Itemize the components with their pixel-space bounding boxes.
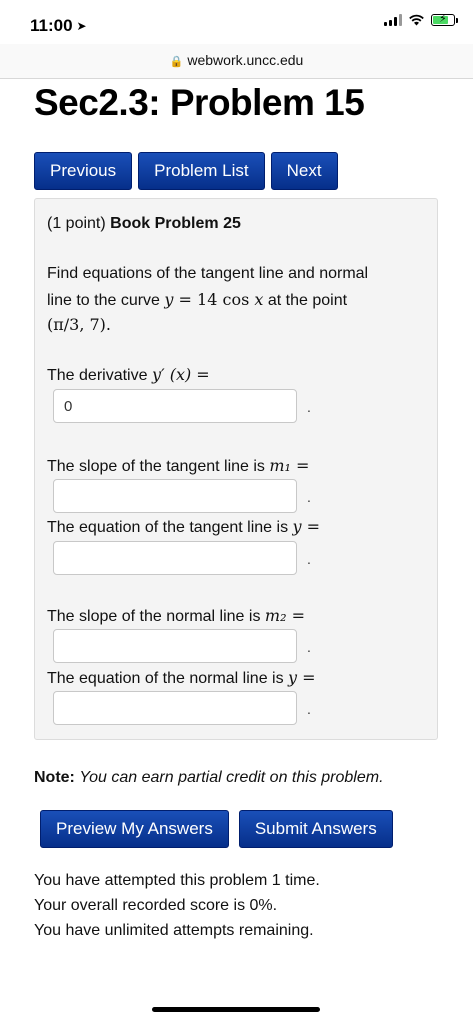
problem-intro-line1: Find equations of the tangent line and n…: [47, 265, 369, 282]
location-arrow-icon: ➤: [76, 19, 87, 33]
recorded-score: Your overall recorded score is 0%.: [34, 897, 278, 914]
tangent-equation-input[interactable]: [53, 541, 297, 575]
answer-actions: Preview My Answers Submit Answers: [40, 810, 393, 848]
problem-intro-line2: line to the curve y = 14 cos x at the po…: [47, 290, 348, 309]
derivative-label: The derivative y′ (x) =: [47, 365, 210, 384]
attempt-info: You have attempted this problem 1 time. …: [34, 868, 320, 943]
attempts-remaining: You have unlimited attempts remaining.: [34, 922, 314, 939]
tangent-slope-input[interactable]: [53, 479, 297, 513]
wifi-icon: [409, 14, 424, 26]
normal-slope-label: The slope of the normal line is m₂ =: [47, 606, 305, 625]
previous-button[interactable]: Previous: [34, 152, 133, 190]
problem-list-button[interactable]: Problem List: [138, 152, 265, 190]
preview-answers-button[interactable]: Preview My Answers: [40, 810, 229, 848]
home-indicator[interactable]: [152, 1007, 320, 1012]
attempt-count: You have attempted this problem 1 time.: [34, 872, 320, 889]
book-reference: Book Problem 25: [110, 215, 241, 232]
status-bar: 11:00 ➤ ⚡: [0, 0, 473, 44]
problem-header: (1 point) Book Problem 25: [47, 215, 241, 232]
problem-point: (π/3, 7).: [47, 315, 112, 334]
normal-equation-label: The equation of the normal line is y =: [47, 668, 316, 687]
signal-icon: [384, 14, 402, 26]
normal-equation-input[interactable]: [53, 691, 297, 725]
derivative-input[interactable]: [53, 389, 297, 423]
clock: 11:00 ➤: [30, 16, 87, 35]
battery-charging-icon: ⚡: [431, 13, 458, 26]
normal-slope-input[interactable]: [53, 629, 297, 663]
address-bar[interactable]: 🔒 webwork.uncc.edu: [0, 44, 473, 79]
partial-credit-note: Note: You can earn partial credit on thi…: [34, 769, 384, 786]
next-button[interactable]: Next: [270, 152, 338, 190]
submit-answers-button[interactable]: Submit Answers: [238, 810, 393, 848]
url-text: webwork.uncc.edu: [187, 52, 304, 68]
tangent-equation-label: The equation of the tangent line is y =: [47, 517, 321, 536]
status-icons: ⚡: [384, 13, 458, 26]
problem-panel: (1 point) Book Problem 25 Find equations…: [34, 198, 438, 740]
problem-nav: Previous Problem List Next: [34, 152, 338, 190]
page-title: Sec2.3: Problem 15: [34, 82, 365, 123]
lock-icon: 🔒: [169, 56, 184, 68]
tangent-slope-label: The slope of the tangent line is m₁ =: [47, 456, 310, 475]
